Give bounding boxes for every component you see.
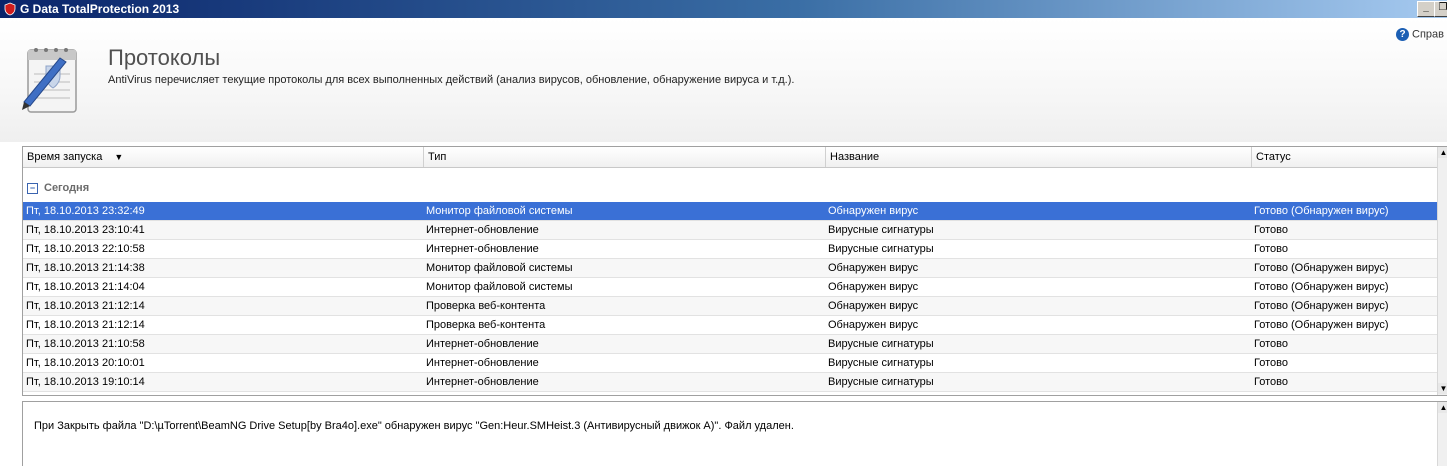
cell-type: Монитор файловой системы [426,205,573,217]
cell-status: Готово [1254,376,1288,388]
cell-name: Обнаружен вирус [828,300,919,312]
minimize-button[interactable]: _ [1417,1,1435,17]
help-label: Справ [1412,28,1444,41]
cell-status: Готово (Обнаружен вирус) [1254,262,1389,274]
minimize-icon: _ [1423,2,1429,13]
table-row[interactable]: Пт, 18.10.2013 19:10:14 Интернет-обновлен… [23,373,1437,392]
cell-name: Вирусные сигнатуры [828,224,934,236]
cell-status: Готово [1254,243,1288,255]
cell-time: Пт, 18.10.2013 21:12:14 [26,319,145,331]
scroll-down-icon[interactable]: ▼ [1438,383,1447,394]
cell-type: Проверка веб-контента [426,319,546,331]
cell-time: Пт, 18.10.2013 20:10:01 [26,357,145,369]
details-scrollbar[interactable]: ▲ [1437,402,1447,466]
cell-type: Интернет-обновление [426,357,539,369]
cell-time: Пт, 18.10.2013 21:10:58 [26,338,145,350]
table-row[interactable]: Пт, 18.10.2013 21:10:58 Интернет-обновлен… [23,335,1437,354]
page-header: Протоколы AntiVirus перечисляет текущие … [0,18,1447,142]
cell-name: Обнаружен вирус [828,319,919,331]
cell-name: Вирусные сигнатуры [828,243,934,255]
cell-time: Пт, 18.10.2013 21:14:38 [26,262,145,274]
help-link[interactable]: ? Справ [1396,28,1444,41]
log-notepad-icon [22,48,77,113]
cell-name: Вирусные сигнатуры [828,357,934,369]
collapse-icon[interactable]: − [27,182,38,194]
column-header-name[interactable]: Название [826,147,1252,167]
cell-name: Вирусные сигнатуры [828,338,934,350]
window-title: G Data TotalProtection 2013 [20,2,180,16]
column-header-status[interactable]: Статус [1252,147,1437,167]
cell-type: Интернет-обновление [426,338,539,350]
cell-status: Готово [1254,224,1288,236]
cell-status: Готово [1254,338,1288,350]
page-title: Протоколы [108,45,221,70]
table-scrollbar[interactable]: ▲ ▼ [1437,147,1447,395]
protocol-table: Время запуска ▼ Тип Название Статус − Сего… [22,146,1447,396]
help-icon: ? [1396,28,1409,41]
cell-time: Пт, 18.10.2013 23:10:41 [26,224,145,236]
details-panel: При Закрыть файла "D:\µTorrent\BeamNG Dr… [22,401,1447,466]
cell-type: Монитор файловой системы [426,262,573,274]
column-header-start-time[interactable]: Время запуска ▼ [23,147,424,167]
group-today[interactable]: − Сегодня [27,182,89,196]
cell-type: Монитор файловой системы [426,281,573,293]
scroll-up-icon[interactable]: ▲ [1438,147,1447,158]
cell-time: Пт, 18.10.2013 19:10:14 [26,376,145,388]
table-row[interactable]: Пт, 18.10.2013 22:10:58 Интернет-обновлен… [23,240,1437,259]
cell-status: Готово (Обнаружен вирус) [1254,281,1389,293]
table-row[interactable]: Пт, 18.10.2013 20:10:01 Интернет-обновлен… [23,354,1437,373]
page-description: AntiVirus перечисляет текущие протоколы … [108,74,795,86]
cell-name: Обнаружен вирус [828,262,919,274]
table-body: Пт, 18.10.2013 23:32:49 Монитор файловой … [23,202,1437,392]
cell-type: Проверка веб-контента [426,300,546,312]
column-header-type[interactable]: Тип [424,147,826,167]
cell-name: Обнаружен вирус [828,281,919,293]
table-row[interactable]: Пт, 18.10.2013 23:32:49 Монитор файловой … [23,202,1437,221]
cell-time: Пт, 18.10.2013 21:12:14 [26,300,145,312]
table-row[interactable]: Пт, 18.10.2013 21:12:14 Проверка веб-конт… [23,316,1437,335]
cell-status: Готово (Обнаружен вирус) [1254,205,1389,217]
restore-icon: ❐ [1438,2,1447,13]
cell-status: Готово (Обнаружен вирус) [1254,300,1389,312]
sort-descending-icon: ▼ [114,152,124,163]
restore-button[interactable]: ❐ [1434,1,1447,17]
cell-type: Интернет-обновление [426,224,539,236]
cell-time: Пт, 18.10.2013 23:32:49 [26,205,145,217]
title-bar: G Data TotalProtection 2013 _ ❐ [0,0,1447,18]
table-row[interactable]: Пт, 18.10.2013 21:14:38 Монитор файловой … [23,259,1437,278]
cell-status: Готово [1254,357,1288,369]
cell-time: Пт, 18.10.2013 21:14:04 [26,281,145,293]
cell-type: Интернет-обновление [426,376,539,388]
table-row[interactable]: Пт, 18.10.2013 21:12:14 Проверка веб-конт… [23,297,1437,316]
group-label: Сегодня [44,182,90,195]
cell-status: Готово (Обнаружен вирус) [1254,319,1389,331]
column-label: Время запуска [27,151,103,163]
cell-name: Обнаружен вирус [828,205,919,217]
cell-time: Пт, 18.10.2013 22:10:58 [26,243,145,255]
cell-name: Вирусные сигнатуры [828,376,934,388]
scroll-up-icon[interactable]: ▲ [1438,402,1447,413]
gdata-shield-icon [4,2,16,16]
cell-type: Интернет-обновление [426,243,539,255]
column-label: Название [830,151,880,163]
table-header: Время запуска ▼ Тип Название Статус [23,147,1437,168]
table-row[interactable]: Пт, 18.10.2013 23:10:41 Интернет-обновлен… [23,221,1437,240]
column-label: Статус [1256,151,1291,163]
column-label: Тип [428,151,447,163]
details-message: При Закрыть файла "D:\µTorrent\BeamNG Dr… [34,420,794,432]
table-row[interactable]: Пт, 18.10.2013 21:14:04 Монитор файловой … [23,278,1437,297]
